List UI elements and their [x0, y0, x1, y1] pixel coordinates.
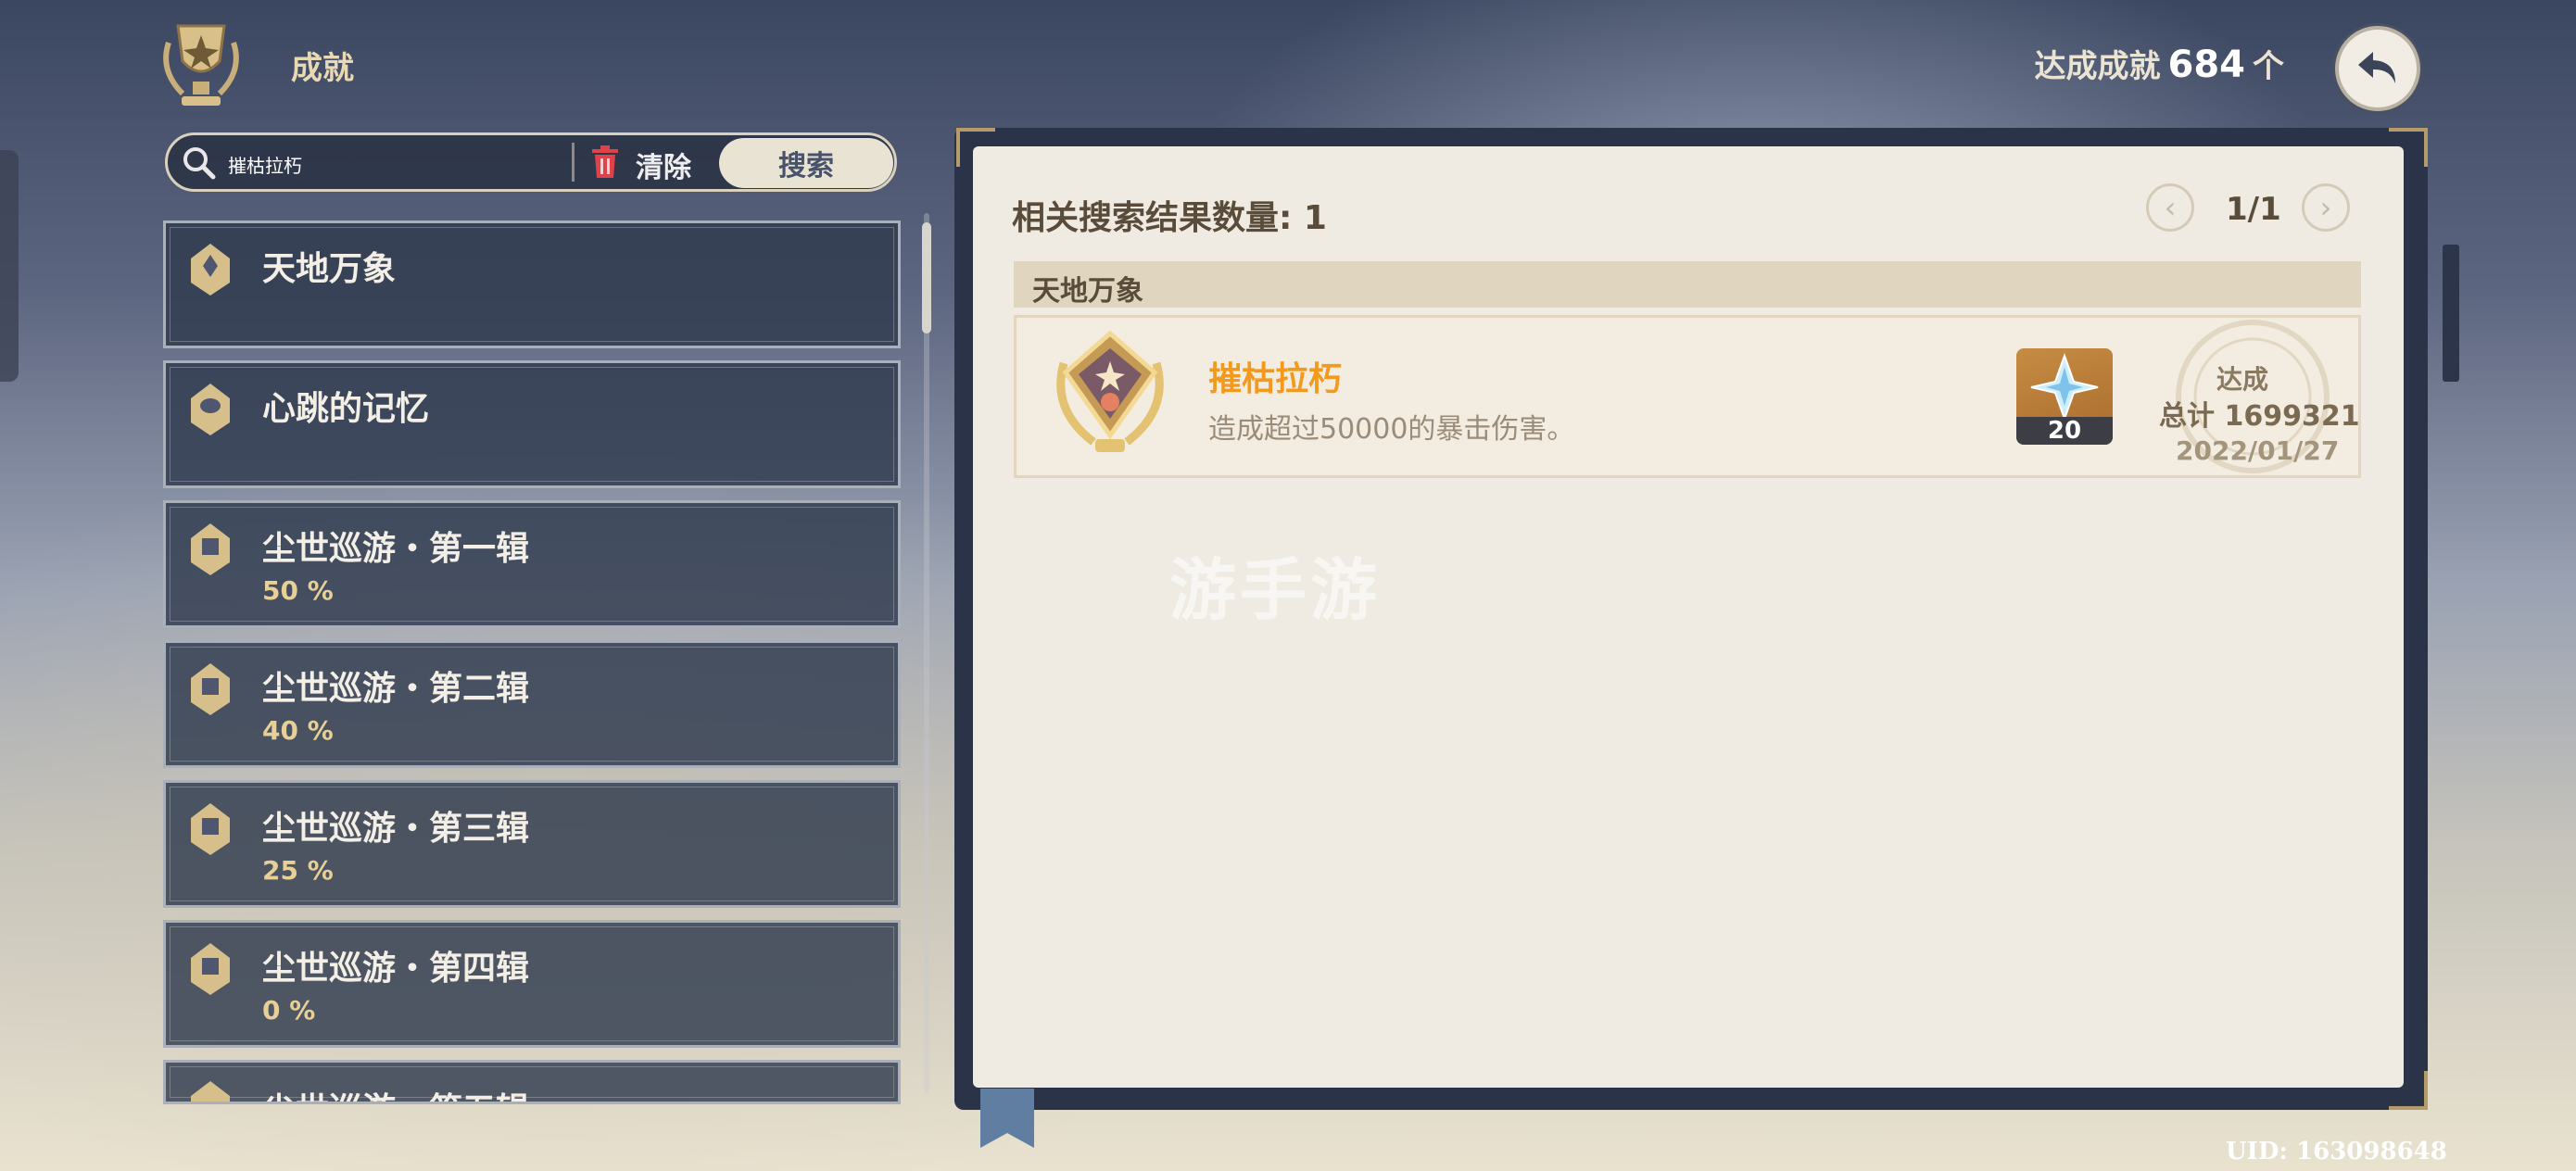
- sidebar-scroll-thumb[interactable]: [922, 222, 931, 334]
- completion-status: 达成: [2216, 364, 2269, 395]
- category-name: 尘世巡游・第三辑: [262, 810, 530, 848]
- category-badge-icon: [191, 523, 230, 575]
- clear-button[interactable]: 清除: [636, 145, 691, 185]
- category-name: 心跳的记忆: [262, 390, 430, 428]
- primogem-reward: 20: [2016, 348, 2113, 445]
- achievement-name: 摧枯拉朽: [1208, 360, 1343, 398]
- book-side-tab: [2443, 245, 2459, 382]
- result-group-title: 天地万象: [1032, 275, 1143, 308]
- category-name: 尘世巡游・第四辑: [262, 950, 530, 988]
- completion-date: 2022/01/27: [2176, 435, 2340, 466]
- result-count: 相关搜索结果数量: 1: [1012, 199, 1327, 237]
- category-badge-icon: [191, 943, 230, 995]
- category-item-chenshi-2[interactable]: 尘世巡游・第二辑 40 %: [163, 640, 901, 768]
- category-name: 天地万象: [262, 250, 397, 288]
- category-item-xintiao[interactable]: 心跳的记忆: [163, 360, 901, 488]
- next-page-button[interactable]: ›: [2302, 183, 2350, 232]
- achieved-count: 684: [2167, 44, 2246, 86]
- achievement-total: 达成成就 684 个: [2035, 41, 2285, 86]
- result-group-header: [1014, 261, 2361, 308]
- category-item-chenshi-4[interactable]: 尘世巡游・第四辑 0 %: [163, 920, 901, 1048]
- trash-icon[interactable]: [590, 145, 620, 180]
- achieved-unit: 个: [2253, 48, 2284, 85]
- search-divider: [572, 143, 575, 182]
- category-name: 尘世巡游・第一辑: [262, 530, 530, 568]
- category-badge-icon: [191, 384, 230, 435]
- achievement-description: 造成超过50000的暴击伤害。: [1208, 413, 1575, 446]
- category-percent: 25 %: [262, 855, 334, 886]
- category-item-chenshi-3[interactable]: 尘世巡游・第三辑 25 %: [163, 780, 901, 908]
- category-badge-icon: [191, 244, 230, 296]
- category-item-chenshi-5[interactable]: 尘世巡游・第五辑: [163, 1060, 901, 1104]
- category-badge-icon: [191, 1081, 230, 1102]
- search-button[interactable]: 搜索: [719, 138, 893, 188]
- trophy-icon: [150, 15, 252, 117]
- uid-label: UID: 163098648: [2226, 1138, 2447, 1165]
- category-percent: 0 %: [262, 995, 316, 1026]
- bookmark-ribbon: [980, 1089, 1034, 1148]
- category-item-chenshi-1[interactable]: 尘世巡游・第一辑 50 %: [163, 500, 901, 628]
- category-badge-icon: [191, 803, 230, 855]
- chevron-left-icon: ‹: [2164, 190, 2177, 225]
- category-percent: 50 %: [262, 575, 334, 606]
- category-badge-icon: [191, 663, 230, 715]
- search-input[interactable]: [226, 145, 563, 183]
- page-title: 成就: [291, 50, 354, 87]
- achievement-medal-icon: [1047, 326, 1173, 458]
- page-indicator: 1/1: [2226, 191, 2281, 228]
- search-icon: [181, 145, 218, 182]
- category-percent: 40 %: [262, 715, 334, 746]
- reward-amount: 20: [2016, 417, 2113, 445]
- chevron-right-icon: ›: [2319, 190, 2332, 225]
- primogem-icon: [2030, 353, 2099, 422]
- prev-page-button[interactable]: ‹: [2146, 183, 2194, 232]
- completion-total: 总计 1699321: [2159, 400, 2360, 433]
- achieved-label: 达成成就: [2034, 48, 2161, 85]
- category-name: 尘世巡游・第二辑: [262, 670, 530, 708]
- category-item-tiandi[interactable]: 天地万象: [163, 220, 901, 348]
- back-button[interactable]: [2335, 26, 2420, 111]
- category-name: 尘世巡游・第五辑: [262, 1083, 529, 1102]
- watermark-text: 游手游: [1169, 551, 1382, 629]
- back-arrow-icon: [2358, 52, 2395, 83]
- left-edge-tab: [0, 150, 19, 382]
- sidebar-scrollbar[interactable]: [924, 213, 929, 1093]
